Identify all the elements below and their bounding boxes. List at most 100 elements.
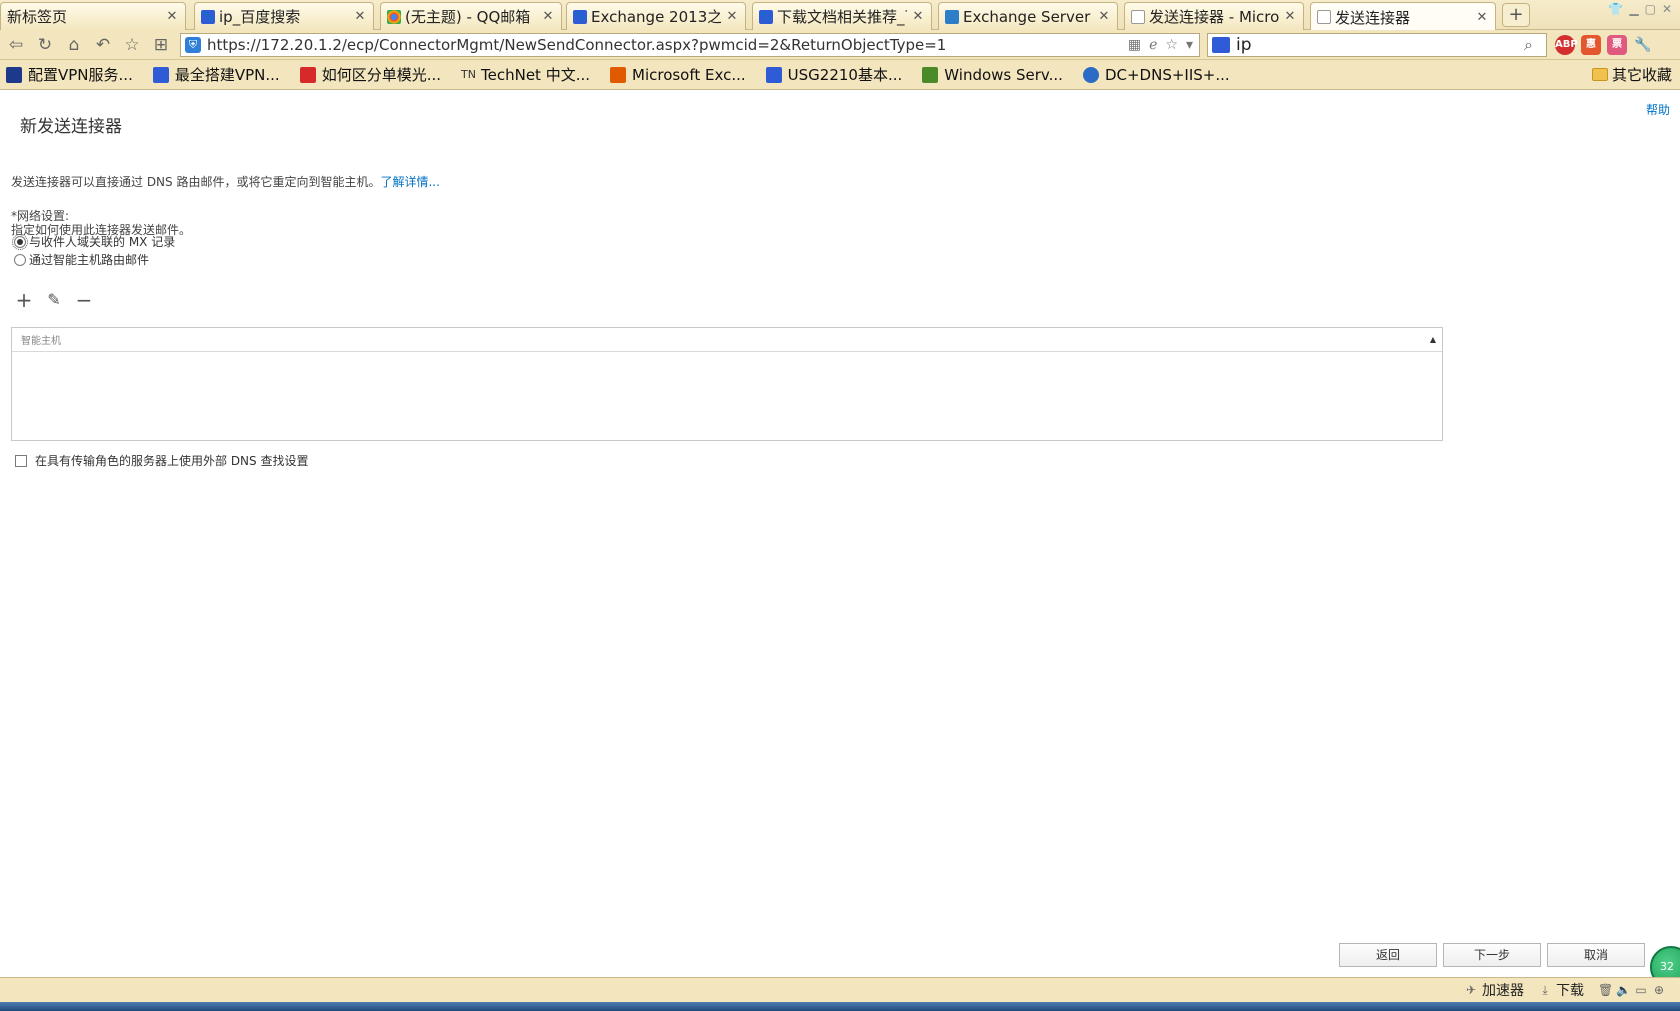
bookmark-icon: [299, 66, 316, 83]
help-link[interactable]: 帮助: [1646, 101, 1670, 118]
dropdown-icon[interactable]: ▾: [1186, 37, 1193, 53]
close-icon[interactable]: ✕: [1283, 9, 1297, 24]
baidu-icon: [152, 66, 169, 83]
search-input[interactable]: ip: [1236, 35, 1524, 55]
bookmark-label: 如何区分单模光...: [321, 66, 441, 84]
bookmark-label: 最全搭建VPN...: [174, 66, 280, 84]
other-bookmarks-label: 其它收藏: [1611, 66, 1672, 84]
radio-button[interactable]: [14, 253, 26, 266]
bookmark-item[interactable]: USG2210基本...: [765, 64, 902, 85]
baidu-icon: 🐾: [573, 9, 587, 24]
close-icon[interactable]: ✕: [1475, 10, 1489, 25]
tab-strip: 新标签页 ✕ 🐾 ip_百度搜索 ✕ (无主题) - QQ邮箱 ✕ 🐾 Exch…: [0, 0, 1680, 31]
radio-smart-host[interactable]: 通过智能主机路由邮件: [14, 251, 149, 268]
window-controls: 👕 ▁ ▢ ✕: [1608, 2, 1672, 16]
next-button[interactable]: 下一步: [1443, 943, 1541, 967]
bookmark-star-icon[interactable]: ☆: [1165, 37, 1178, 53]
zoom-icon[interactable]: ⊕: [1652, 983, 1666, 997]
download-label: 下载: [1556, 983, 1584, 999]
column-header-smart-host[interactable]: 智能主机: [21, 332, 61, 347]
navigation-bar: ⇦ ↻ ⌂ ↶ ☆ ⊞ ⛨ https://172.20.1.2/ecp/Con…: [0, 30, 1680, 60]
close-icon[interactable]: ✕: [353, 9, 367, 24]
bookmark-item[interactable]: DC+DNS+IIS+...: [1082, 65, 1230, 84]
learn-more-link[interactable]: 了解详情...: [380, 175, 439, 189]
tab-label: (无主题) - QQ邮箱: [405, 8, 531, 26]
skin-icon[interactable]: 👕: [1608, 2, 1623, 16]
download-button[interactable]: ⤓ 下载: [1538, 980, 1584, 1000]
bookmark-item[interactable]: Windows Serv...: [922, 66, 1063, 84]
search-icon[interactable]: ⌕: [1524, 35, 1546, 55]
bookmark-icon: [922, 66, 939, 83]
back-icon[interactable]: ⇦: [3, 32, 29, 58]
adblock-icon[interactable]: ABP: [1555, 35, 1578, 55]
bookmarks-bar: 配置VPN服务... 最全搭建VPN... 如何区分单模光... TN TechN…: [0, 60, 1680, 90]
close-icon[interactable]: ✕: [1097, 9, 1111, 24]
baidu-search-engine-icon[interactable]: [1212, 37, 1230, 53]
radio-button[interactable]: [12, 233, 28, 250]
refresh-icon[interactable]: ↻: [32, 32, 58, 58]
apps-grid-icon[interactable]: ⊞: [148, 32, 174, 58]
back-button[interactable]: 返回: [1339, 943, 1437, 967]
bookmark-label: DC+DNS+IIS+...: [1104, 65, 1230, 84]
extension-icon[interactable]: 票: [1607, 35, 1627, 55]
maximize-icon[interactable]: ▢: [1645, 2, 1656, 16]
ie-mode-icon[interactable]: ℯ: [1149, 37, 1157, 53]
checkbox[interactable]: [15, 454, 27, 467]
address-bar[interactable]: ⛨ https://172.20.1.2/ecp/ConnectorMgmt/N…: [180, 33, 1200, 57]
page-content: 帮助 新发送连接器 发送连接器可以直接通过 DNS 路由邮件，或将它重定向到智能…: [0, 91, 1680, 988]
close-icon[interactable]: ✕: [165, 9, 179, 24]
grid-header[interactable]: 智能主机 ▲: [12, 328, 1442, 352]
bookmark-item[interactable]: 最全搭建VPN...: [152, 64, 280, 85]
tab-send-connector-ms[interactable]: 发送连接器 - Micros ✕: [1124, 2, 1304, 30]
speaker-icon[interactable]: 🔈: [1616, 983, 1631, 997]
trash-icon[interactable]: 🗑: [1598, 983, 1613, 997]
folder-icon: [1591, 68, 1608, 81]
tab-new-tab[interactable]: 新标签页 ✕: [0, 2, 186, 30]
bookmark-icon: [610, 66, 626, 83]
qr-code-icon[interactable]: ▦: [1128, 37, 1141, 53]
radio-label: 与收件人域关联的 MX 记录: [29, 235, 176, 249]
search-box[interactable]: ip ⌕: [1207, 33, 1547, 57]
intro-description: 发送连接器可以直接通过 DNS 路由邮件，或将它重定向到智能主机。: [11, 175, 381, 189]
tools-wrench-icon[interactable]: 🔧: [1633, 35, 1653, 55]
extension-icon[interactable]: 惠: [1581, 35, 1601, 55]
close-icon[interactable]: ✕: [911, 9, 925, 24]
bookmark-item[interactable]: 配置VPN服务...: [6, 64, 133, 85]
checkbox-label: 在具有传输角色的服务器上使用外部 DNS 查找设置: [35, 454, 309, 468]
secure-shield-icon: ⛨: [185, 37, 201, 53]
tab-label: Exchange Server 20: [963, 7, 1093, 26]
grid-toolbar: + ✎ −: [15, 290, 93, 310]
external-dns-option[interactable]: 在具有传输角色的服务器上使用外部 DNS 查找设置: [15, 452, 308, 469]
bookmark-item[interactable]: 如何区分单模光...: [299, 64, 441, 85]
bookmark-item[interactable]: Microsoft Exc...: [610, 66, 746, 84]
undo-icon[interactable]: ↶: [90, 32, 116, 58]
favorite-star-icon[interactable]: ☆: [119, 32, 145, 58]
tab-qq-mail[interactable]: (无主题) - QQ邮箱 ✕: [380, 2, 562, 30]
window-icon[interactable]: ▭: [1634, 983, 1648, 997]
tab-send-connector[interactable]: 发送连接器 ✕: [1310, 2, 1496, 31]
cancel-button[interactable]: 取消: [1547, 943, 1645, 967]
smart-host-grid: 智能主机 ▲: [11, 327, 1443, 441]
edit-pencil-icon[interactable]: ✎: [45, 291, 63, 309]
technet-icon: TN: [461, 67, 476, 81]
sort-ascending-icon[interactable]: ▲: [1430, 335, 1436, 344]
close-window-icon[interactable]: ✕: [1662, 2, 1672, 16]
tab-exchange-2013[interactable]: 🐾 Exchange 2013之初 ✕: [566, 2, 746, 30]
radio-mx-record[interactable]: 与收件人域关联的 MX 记录: [12, 233, 176, 250]
page-title: 新发送连接器: [20, 117, 122, 137]
tab-baidu-search[interactable]: 🐾 ip_百度搜索 ✕: [194, 2, 374, 30]
tab-exchange-server[interactable]: Exchange Server 20 ✕: [938, 2, 1118, 30]
remove-icon[interactable]: −: [75, 290, 93, 310]
home-icon[interactable]: ⌂: [61, 32, 87, 58]
other-bookmarks[interactable]: 其它收藏: [1591, 64, 1672, 85]
new-tab-button[interactable]: +: [1502, 3, 1530, 27]
bookmark-item[interactable]: TN TechNet 中文...: [461, 64, 590, 85]
close-icon[interactable]: ✕: [541, 9, 555, 24]
minimize-icon[interactable]: ▁: [1629, 2, 1638, 16]
add-icon[interactable]: +: [15, 290, 33, 310]
accelerator-button[interactable]: ✈ 加速器: [1464, 980, 1524, 1000]
url-text[interactable]: https://172.20.1.2/ecp/ConnectorMgmt/New…: [207, 36, 1128, 54]
tab-download-docs[interactable]: 🐾 下载文档相关推荐_百 ✕: [752, 2, 932, 30]
close-icon[interactable]: ✕: [725, 9, 739, 24]
tab-label: 下载文档相关推荐_百: [777, 8, 907, 26]
